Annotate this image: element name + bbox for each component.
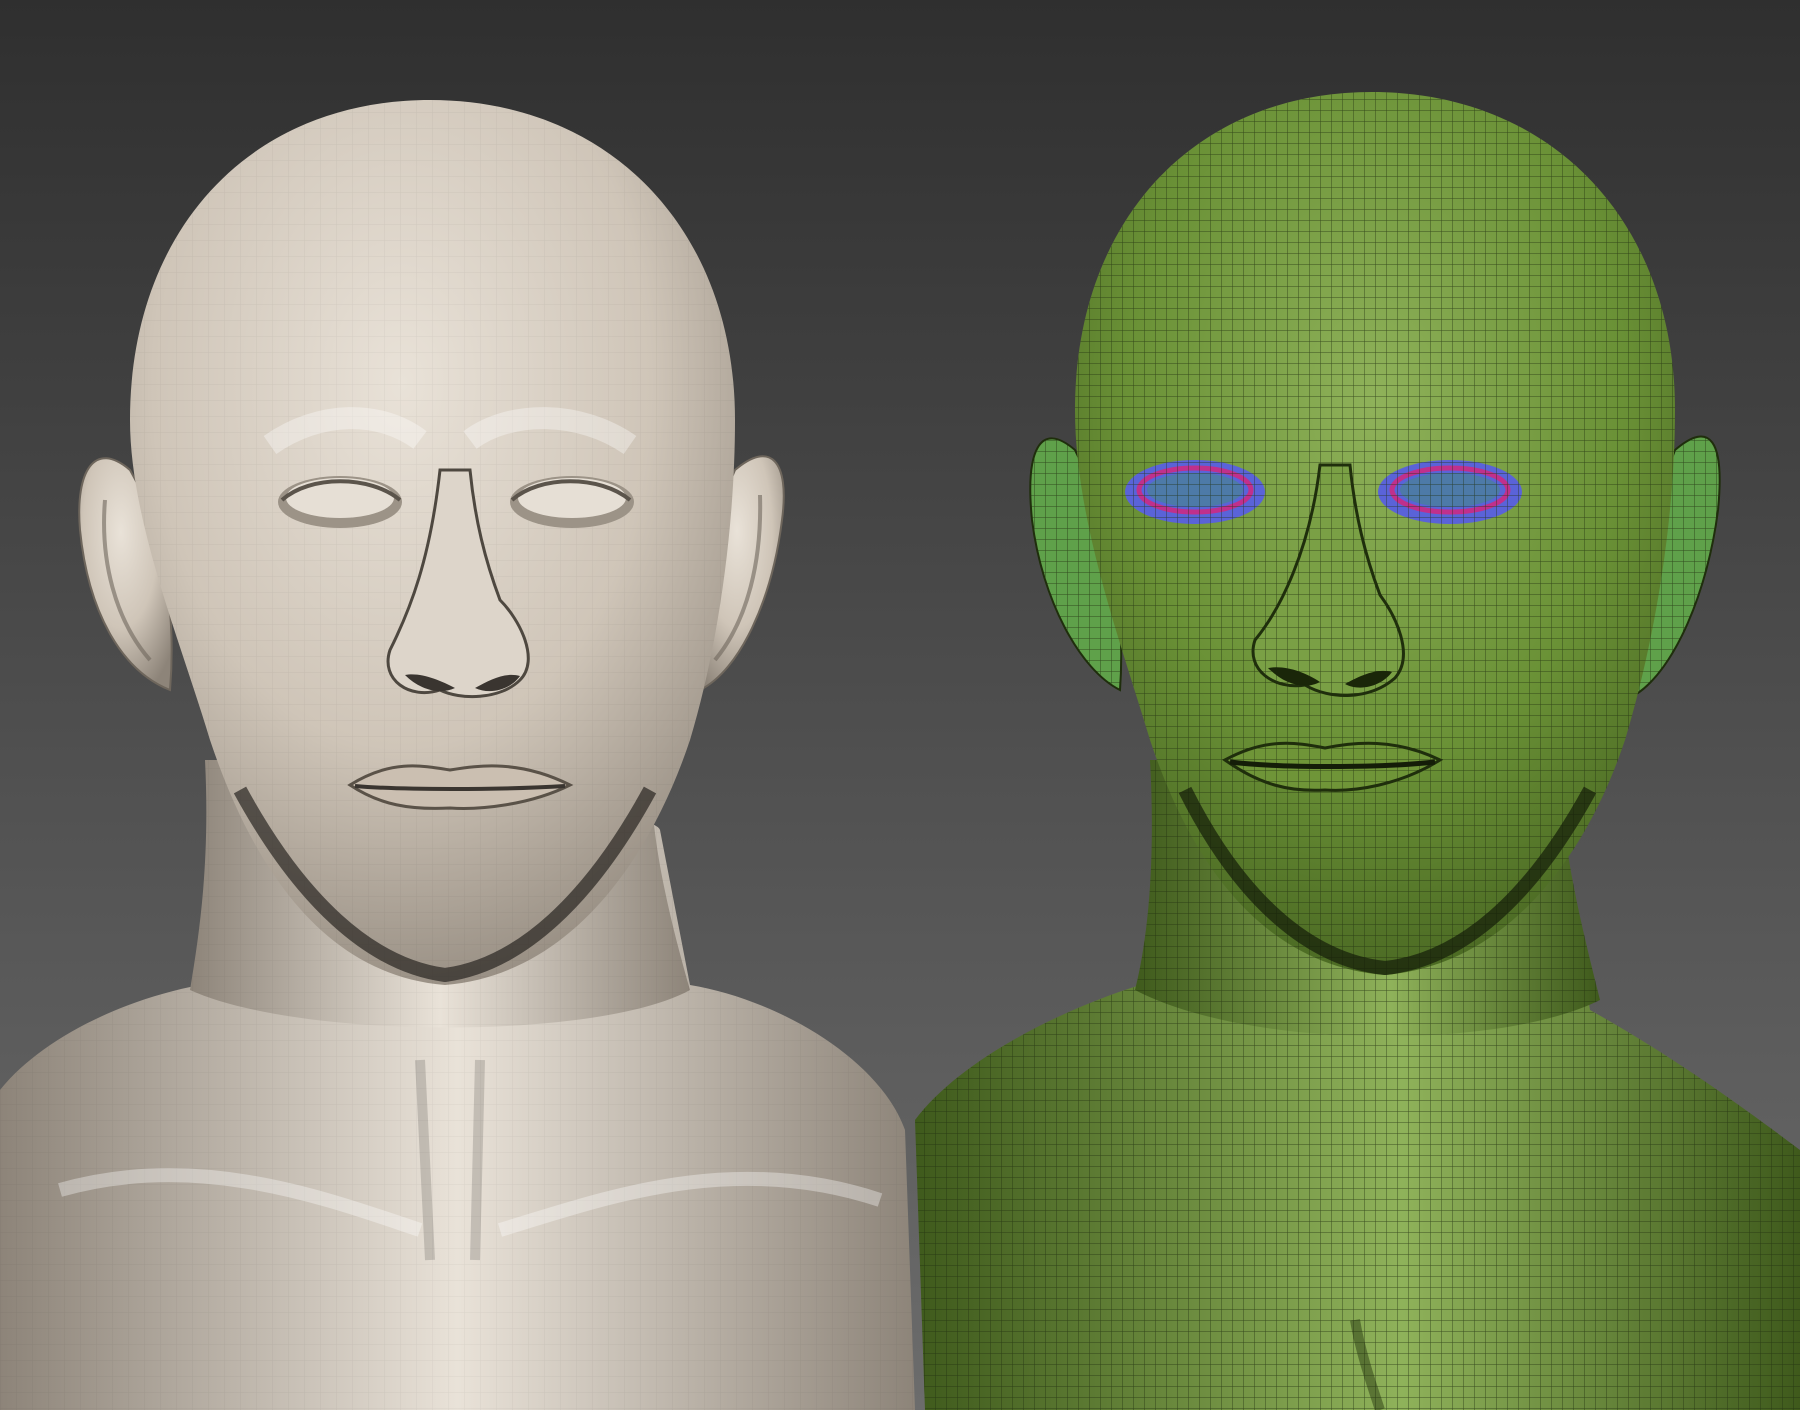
mesh-eye-right	[1378, 460, 1522, 524]
clay-eye-left	[278, 476, 402, 528]
clay-eye-right	[510, 476, 634, 528]
viewport-canvas	[0, 0, 1800, 1410]
viewport	[0, 0, 1800, 1410]
mesh-eye-left	[1125, 460, 1265, 524]
